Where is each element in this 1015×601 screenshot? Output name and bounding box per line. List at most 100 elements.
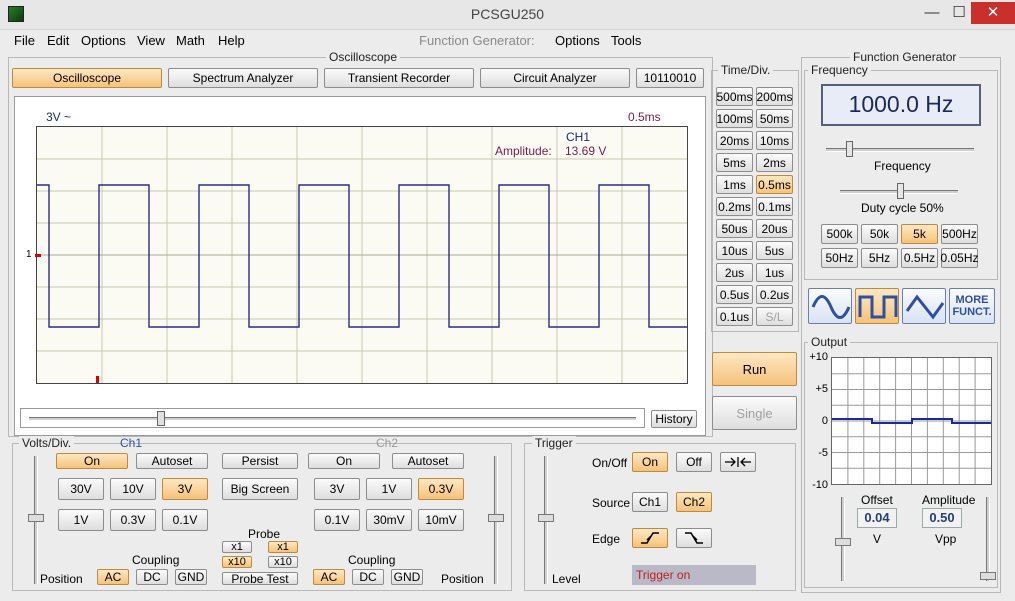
ch1-01v-button[interactable]: 0.1V [162, 509, 208, 531]
timediv-button[interactable]: 20us [756, 219, 793, 238]
ch1-ground-marker[interactable] [35, 254, 41, 257]
ch1-probe-x10-button[interactable]: x10 [222, 556, 252, 568]
timediv-button[interactable]: 10us [716, 241, 753, 260]
persist-button[interactable]: Persist [222, 453, 298, 469]
menu-edit[interactable]: Edit [47, 33, 69, 48]
timediv-button[interactable]: 500ms [716, 87, 753, 106]
timediv-button[interactable]: 0.2ms [716, 197, 753, 216]
history-button[interactable]: History [651, 410, 697, 428]
duty-cycle-slider-thumb[interactable] [897, 183, 904, 199]
frequency-range-button[interactable]: 500Hz [941, 224, 978, 244]
frequency-range-button[interactable]: 50Hz [821, 248, 858, 268]
history-thumb[interactable] [157, 411, 165, 426]
offset-slider-thumb[interactable] [835, 538, 851, 546]
timediv-button[interactable]: 2us [716, 263, 753, 282]
ch2-1v-button[interactable]: 1V [366, 478, 412, 500]
trigger-rising-edge-button[interactable] [632, 528, 668, 548]
timediv-button[interactable]: 100ms [716, 109, 753, 128]
trigger-source-ch2-button[interactable]: Ch2 [676, 492, 712, 512]
menu-math[interactable]: Math [176, 33, 205, 48]
trigger-center-button[interactable] [720, 452, 756, 472]
menu-fg-tools[interactable]: Tools [611, 33, 641, 48]
more-functions-button[interactable]: MORE FUNCT. [949, 288, 995, 324]
timediv-button[interactable]: 0.2us [756, 285, 793, 304]
tab-transient-recorder[interactable]: Transient Recorder [324, 68, 474, 88]
menu-options[interactable]: Options [81, 33, 126, 48]
timediv-button[interactable]: 0.5ms [756, 175, 793, 194]
history-scrollbar[interactable] [20, 408, 645, 428]
timediv-button[interactable]: 10ms [756, 131, 793, 150]
run-button[interactable]: Run [712, 352, 797, 386]
trigger-off-button[interactable]: Off [676, 452, 712, 472]
trigger-falling-edge-button[interactable] [676, 528, 712, 548]
ch1-03v-button[interactable]: 0.3V [110, 509, 156, 531]
ch1-autoset-button[interactable]: Autoset [136, 453, 208, 469]
timediv-button[interactable]: 1us [756, 263, 793, 282]
menu-view[interactable]: View [137, 33, 165, 48]
timediv-button[interactable]: 0.5us [716, 285, 753, 304]
timediv-button[interactable]: 50ms [756, 109, 793, 128]
trigger-level-thumb[interactable] [538, 514, 554, 522]
timediv-button[interactable]: 2ms [756, 153, 793, 172]
probe-test-button[interactable]: Probe Test [222, 572, 298, 586]
ch1-1v-button[interactable]: 1V [58, 509, 104, 531]
timediv-button[interactable]: 1ms [716, 175, 753, 194]
tab-circuit-analyzer[interactable]: Circuit Analyzer [480, 68, 630, 88]
frequency-range-button[interactable]: 0.5Hz [901, 248, 938, 268]
scope-screen[interactable]: CH1 Amplitude: 13.69 V [36, 126, 688, 384]
ch2-autoset-button[interactable]: Autoset [392, 453, 464, 469]
frequency-range-button[interactable]: 50k [861, 224, 898, 244]
ch2-gnd-button[interactable]: GND [391, 569, 423, 585]
frequency-range-button[interactable]: 0.05Hz [940, 248, 979, 268]
sine-wave-button[interactable] [808, 288, 852, 324]
ch2-position-thumb[interactable] [488, 514, 504, 522]
timediv-button[interactable]: 5us [756, 241, 793, 260]
frequency-range-button[interactable]: 500k [821, 224, 858, 244]
timediv-button[interactable]: 0.1us [716, 307, 753, 326]
timediv-button[interactable]: 50us [716, 219, 753, 238]
ch1-dc-button[interactable]: DC [136, 569, 168, 585]
trigger-position-marker[interactable] [96, 376, 99, 383]
timediv-button[interactable]: S/L [756, 307, 793, 326]
triangle-wave-button[interactable] [902, 288, 946, 324]
ch2-01v-button[interactable]: 0.1V [314, 509, 360, 531]
tab-oscilloscope[interactable]: Oscilloscope [12, 68, 162, 88]
big-screen-button[interactable]: Big Screen [222, 478, 298, 500]
ch1-ac-button[interactable]: AC [97, 569, 129, 585]
ch1-probe-x1-button[interactable]: x1 [222, 541, 252, 553]
ch2-3v-button[interactable]: 3V [314, 478, 360, 500]
timediv-button[interactable]: 20ms [716, 131, 753, 150]
menu-help[interactable]: Help [218, 33, 245, 48]
ch2-probe-x10-button[interactable]: x10 [268, 556, 298, 568]
ch2-ac-button[interactable]: AC [313, 569, 345, 585]
ch1-position-thumb[interactable] [28, 514, 44, 522]
trigger-source-ch1-button[interactable]: Ch1 [632, 492, 668, 512]
ch1-10v-button[interactable]: 10V [110, 478, 156, 500]
ch1-3v-button[interactable]: 3V [162, 478, 208, 500]
maximize-icon[interactable]: ☐ [947, 2, 971, 24]
ch1-gnd-button[interactable]: GND [175, 569, 207, 585]
menu-file[interactable]: File [14, 33, 35, 48]
close-icon[interactable]: ✕ [971, 2, 1015, 24]
ch2-on-button[interactable]: On [308, 453, 380, 469]
single-button[interactable]: Single [712, 396, 797, 430]
ch2-probe-x1-button[interactable]: x1 [268, 541, 298, 553]
frequency-slider-thumb[interactable] [846, 141, 853, 157]
ch2-03v-button[interactable]: 0.3V [418, 478, 464, 500]
menu-fg-options[interactable]: Options [555, 33, 600, 48]
timediv-button[interactable]: 0.1ms [756, 197, 793, 216]
amplitude-slider-thumb[interactable] [980, 572, 996, 580]
square-wave-button[interactable] [855, 288, 899, 324]
frequency-range-button[interactable]: 5Hz [861, 248, 898, 268]
trigger-on-button[interactable]: On [632, 452, 668, 472]
ch1-30v-button[interactable]: 30V [58, 478, 104, 500]
ch2-10mv-button[interactable]: 10mV [418, 509, 464, 531]
minimize-icon[interactable]: — [918, 2, 946, 24]
amplitude-slider[interactable] [986, 497, 990, 581]
ch1-on-button[interactable]: On [56, 453, 128, 469]
frequency-range-button[interactable]: 5k [901, 224, 938, 244]
ch2-dc-button[interactable]: DC [352, 569, 384, 585]
timediv-button[interactable]: 5ms [716, 153, 753, 172]
tab-spectrum-analyzer[interactable]: Spectrum Analyzer [168, 68, 318, 88]
ch2-30mv-button[interactable]: 30mV [366, 509, 412, 531]
